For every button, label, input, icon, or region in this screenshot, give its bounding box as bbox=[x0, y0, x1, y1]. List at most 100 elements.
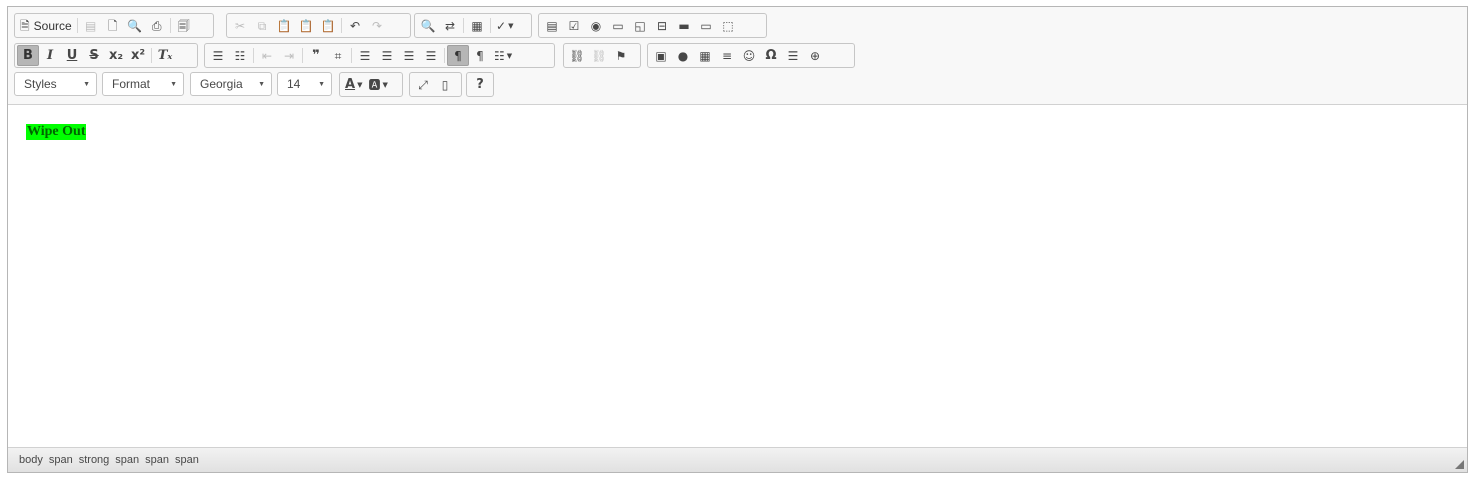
iframe-button[interactable]: ⊕ bbox=[804, 45, 826, 66]
unlink-button[interactable]: ⛓ bbox=[588, 45, 610, 66]
paste-button[interactable]: 📋 bbox=[273, 15, 295, 36]
bg-color-button[interactable]: 🅰 ▼ bbox=[365, 74, 390, 95]
path-span[interactable]: span bbox=[172, 454, 202, 466]
rtl-button[interactable]: ¶ bbox=[469, 45, 491, 66]
replace-icon: ⇄ bbox=[444, 18, 456, 33]
hidden-field-icon: ⬚ bbox=[722, 18, 734, 33]
resize-handle-icon[interactable] bbox=[1455, 460, 1464, 469]
blockquote-button[interactable]: ❞ bbox=[305, 45, 327, 66]
editor-content[interactable]: Wipe Out bbox=[8, 106, 1467, 448]
outdent-button[interactable]: ⇤ bbox=[256, 45, 278, 66]
path-span[interactable]: span bbox=[112, 454, 142, 466]
bold-button[interactable]: B bbox=[17, 45, 39, 66]
align-right-icon: ☰ bbox=[403, 48, 415, 63]
superscript-button[interactable]: x² bbox=[127, 45, 149, 66]
path-body[interactable]: body bbox=[16, 454, 46, 466]
path-span[interactable]: span bbox=[142, 454, 172, 466]
spellcheck-button[interactable]: ✓ ▼ bbox=[493, 15, 516, 36]
font-size-combo[interactable]: 14 ▼ bbox=[277, 72, 332, 96]
language-button[interactable]: ☷ ▼ bbox=[491, 45, 515, 66]
paste-text-button[interactable]: 📋 bbox=[295, 15, 317, 36]
templates-icon: 🗐 bbox=[177, 18, 190, 33]
ltr-button[interactable]: ¶ bbox=[447, 45, 469, 66]
flash-button[interactable]: ● bbox=[672, 45, 694, 66]
horizontal-rule-button[interactable]: ≡ bbox=[716, 45, 738, 66]
path-strong[interactable]: strong bbox=[76, 454, 113, 466]
subscript-button[interactable]: x₂ bbox=[105, 45, 127, 66]
textfield-button[interactable]: ▭ bbox=[607, 15, 629, 36]
select-all-icon: ▦ bbox=[471, 18, 483, 33]
maximize-button[interactable]: ⤢ bbox=[412, 74, 434, 95]
select-all-button[interactable]: ▦ bbox=[466, 15, 488, 36]
document-group: 🗎 Source ▤ 🗋 🔍 ⎙ 🗐 bbox=[14, 13, 214, 38]
replace-button[interactable]: ⇄ bbox=[439, 15, 461, 36]
div-icon: ⌗ bbox=[334, 48, 342, 63]
separator bbox=[490, 18, 491, 33]
copy-button[interactable]: ⧉ bbox=[251, 15, 273, 36]
textarea-icon: ◱ bbox=[634, 18, 646, 33]
format-combo[interactable]: Format ▼ bbox=[102, 72, 184, 96]
source-label: Source bbox=[33, 18, 72, 33]
radio-button[interactable]: ◉ bbox=[585, 15, 607, 36]
redo-button[interactable]: ↷ bbox=[366, 15, 388, 36]
underline-button[interactable]: U bbox=[61, 45, 83, 66]
unlink-icon: ⛓ bbox=[591, 48, 607, 63]
highlighted-text[interactable]: Wipe Out bbox=[26, 124, 87, 140]
hidden-field-button[interactable]: ⬚ bbox=[717, 15, 739, 36]
smiley-icon: ☺ bbox=[742, 48, 756, 63]
templates-button[interactable]: 🗐 bbox=[173, 15, 195, 36]
cut-button[interactable]: ✂ bbox=[229, 15, 251, 36]
save-button[interactable]: ▤ bbox=[80, 15, 102, 36]
strike-button[interactable]: S bbox=[83, 45, 105, 66]
outdent-icon: ⇤ bbox=[261, 48, 273, 63]
textarea-button[interactable]: ◱ bbox=[629, 15, 651, 36]
path-span[interactable]: span bbox=[46, 454, 76, 466]
image-button-button[interactable]: ▭ bbox=[695, 15, 717, 36]
element-path-bar: body span strong span span span bbox=[8, 447, 1467, 472]
help-button[interactable]: ? bbox=[469, 74, 491, 95]
separator bbox=[169, 18, 171, 33]
remove-format-button[interactable]: Tₓ bbox=[154, 45, 176, 66]
horizontal-rule-icon: ≡ bbox=[721, 48, 733, 63]
form-button[interactable]: ▤ bbox=[541, 15, 563, 36]
indent-button[interactable]: ⇥ bbox=[278, 45, 300, 66]
source-button[interactable]: 🗎 Source bbox=[17, 15, 75, 36]
bulleted-list-button[interactable]: ☷ bbox=[229, 45, 251, 66]
font-size-label: 14 bbox=[287, 77, 301, 91]
paragraph-group: ☰ ☷ ⇤ ⇥ ❞ ⌗ ☰ ☰ ☰ ☰ ¶ ¶ ☷ ▼ bbox=[204, 43, 555, 68]
preview-button[interactable]: 🔍 bbox=[124, 15, 146, 36]
styles-combo[interactable]: Styles ▼ bbox=[14, 72, 97, 96]
page-break-icon: ☰ bbox=[787, 48, 799, 63]
separator bbox=[463, 18, 464, 33]
link-button[interactable]: ⛓ bbox=[566, 45, 588, 66]
align-center-button[interactable]: ☰ bbox=[376, 45, 398, 66]
print-button[interactable]: ⎙ bbox=[146, 15, 168, 36]
table-button[interactable]: ▦ bbox=[694, 45, 716, 66]
page-break-button[interactable]: ☰ bbox=[782, 45, 804, 66]
checkbox-button[interactable]: ☑ bbox=[563, 15, 585, 36]
image-button[interactable]: ▣ bbox=[650, 45, 672, 66]
find-button[interactable]: 🔍 bbox=[417, 15, 439, 36]
paste-word-button[interactable]: 📋 bbox=[317, 15, 339, 36]
justify-button[interactable]: ☰ bbox=[420, 45, 442, 66]
select-button[interactable]: ⊟ bbox=[651, 15, 673, 36]
globe-icon: ⊕ bbox=[809, 48, 821, 63]
numbered-list-button[interactable]: ☰ bbox=[207, 45, 229, 66]
source-icon: 🗎 bbox=[20, 18, 30, 33]
italic-button[interactable]: I bbox=[39, 45, 61, 66]
show-blocks-button[interactable]: ▯ bbox=[434, 74, 456, 95]
button-button[interactable]: ▬ bbox=[673, 15, 695, 36]
text-color-button[interactable]: A ▼ bbox=[342, 74, 365, 95]
special-char-button[interactable]: Ω bbox=[760, 45, 782, 66]
new-page-button[interactable]: 🗋 bbox=[102, 15, 124, 36]
anchor-button[interactable]: ⚑ bbox=[610, 45, 632, 66]
smiley-button[interactable]: ☺ bbox=[738, 45, 760, 66]
align-left-button[interactable]: ☰ bbox=[354, 45, 376, 66]
align-right-button[interactable]: ☰ bbox=[398, 45, 420, 66]
paste-text-icon: 📋 bbox=[298, 18, 314, 33]
chevron-down-icon: ▼ bbox=[83, 80, 90, 88]
font-combo[interactable]: Georgia ▼ bbox=[190, 72, 272, 96]
align-center-icon: ☰ bbox=[381, 48, 393, 63]
undo-button[interactable]: ↶ bbox=[344, 15, 366, 36]
div-button[interactable]: ⌗ bbox=[327, 45, 349, 66]
